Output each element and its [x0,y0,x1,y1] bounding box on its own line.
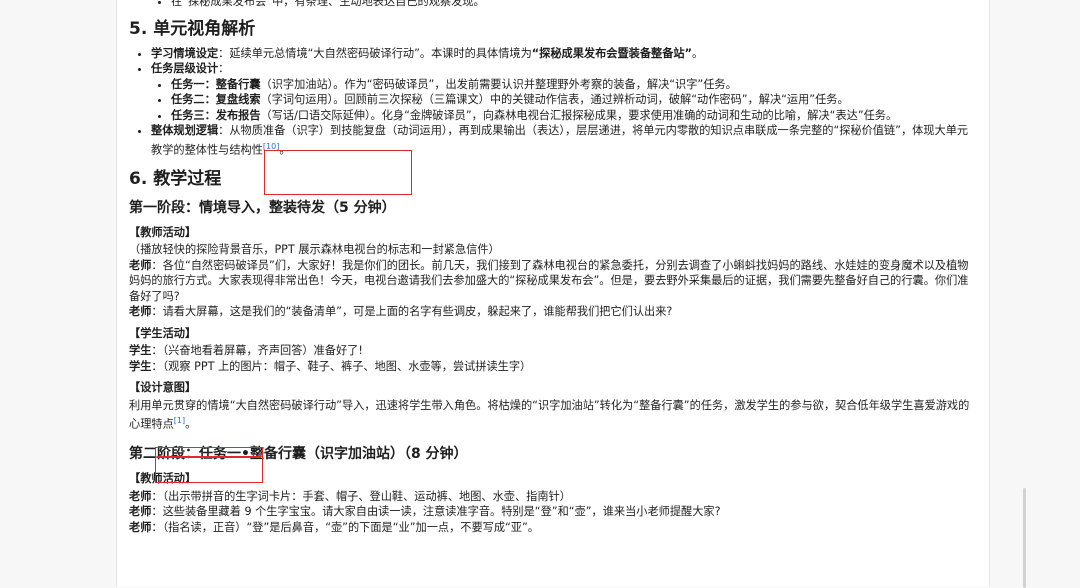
stage-2-heading: 第二阶段：任务一•整备行囊（识字加油站）（8 分钟） [129,446,468,463]
stage-direction: （播放轻快的探险背景音乐，PPT 展示森林电视台的标志和一封紧急信件） [129,243,500,257]
dialogue-line: 老师：（指名读，正音）“登”是后鼻音，“壶”的下面是“业”加一点，不要写成“亚”… [129,520,539,534]
scrollbar[interactable] [1023,488,1026,588]
list-item: 在“探秘成果发布会”中，有条理、生动地表达自己的观察发现。 [171,0,975,10]
design-intent-label: 【设计意图】 [129,381,197,395]
subtask-item: 任务二：复盘线索（字词句运用）。回顾前三次探秘（三篇课文）中的关键动作信表，通过… [171,92,975,108]
list-item: 整体规划逻辑：从物质准备（识字）到技能复盘（动词运用），再到成果输出（表达），层… [151,123,975,158]
student-activity-label: 【学生活动】 [129,326,197,340]
dialogue-line: 学生：（观察 PPT 上的图片：帽子、鞋子、裤子、地图、水壶等，尝试拼读生字） [129,359,532,373]
design-intent-text: 利用单元贯穿的情境“大自然密码破译行动”导入，迅速将学生带入角色。将枯燥的“识字… [129,398,970,431]
section-5-heading: 5. 单元视角解析 [129,18,256,39]
teacher-activity-label: 【教师活动】 [129,225,197,239]
stage-1-heading: 第一阶段：情境导入，整装待发（5 分钟） [129,199,396,216]
list-item: 学习情境设定：延续单元总情境“大自然密码破译行动”。本课时的具体情境为“探秘成果… [151,46,975,62]
dialogue-line: 老师：各位“自然密码破译员”们，大家好！我是你们的团长。前几天，我们接到了森林电… [129,258,969,303]
subtask-item: 任务三：发布报告（写话/口语交际延伸）。化身“金牌破译员”，向森林电视台汇报探秘… [171,108,975,124]
subtask-list: 任务一：整备行囊（识字加油站）。作为“密码破译员”，出发前需要认识并整理野外考察… [151,77,975,124]
top-bullet-list: 在“探秘成果发布会”中，有条理、生动地表达自己的观察发现。 [129,0,975,10]
citation-link[interactable]: [1] [174,416,185,425]
document-page: 在“探秘成果发布会”中，有条理、生动地表达自己的观察发现。 5. 单元视角解析 … [116,0,990,587]
list-item: 任务层级设计： 任务一：整备行囊（识字加油站）。作为“密码破译员”，出发前需要认… [151,61,975,123]
dialogue-line: 老师：（出示带拼音的生字词卡片：手套、帽子、登山鞋、运动裤、地图、水壶、指南针） [129,489,571,503]
section-6-heading: 6. 教学过程 [129,168,222,189]
teacher-activity-label: 【教师活动】 [129,472,197,486]
dialogue-line: 学生：（兴奋地看着屏幕，齐声回答）准备好了! [129,344,363,358]
annotation-strikethrough [157,456,261,458]
citation-link[interactable]: [10] [263,142,279,151]
subtask-item: 任务一：整备行囊（识字加油站）。作为“密码破译员”，出发前需要认识并整理野外考察… [171,77,975,93]
dialogue-line: 老师：这些装备里藏着 9 个生字宝宝。请大家自由读一读，注意读准字音。特别是“登… [129,505,721,519]
dialogue-line: 老师：请看大屏幕，这是我们的“装备清单”，可是上面的名字有些调皮，躲起来了，谁能… [129,305,673,319]
section-5-list: 学习情境设定：延续单元总情境“大自然密码破译行动”。本课时的具体情境为“探秘成果… [129,46,975,158]
